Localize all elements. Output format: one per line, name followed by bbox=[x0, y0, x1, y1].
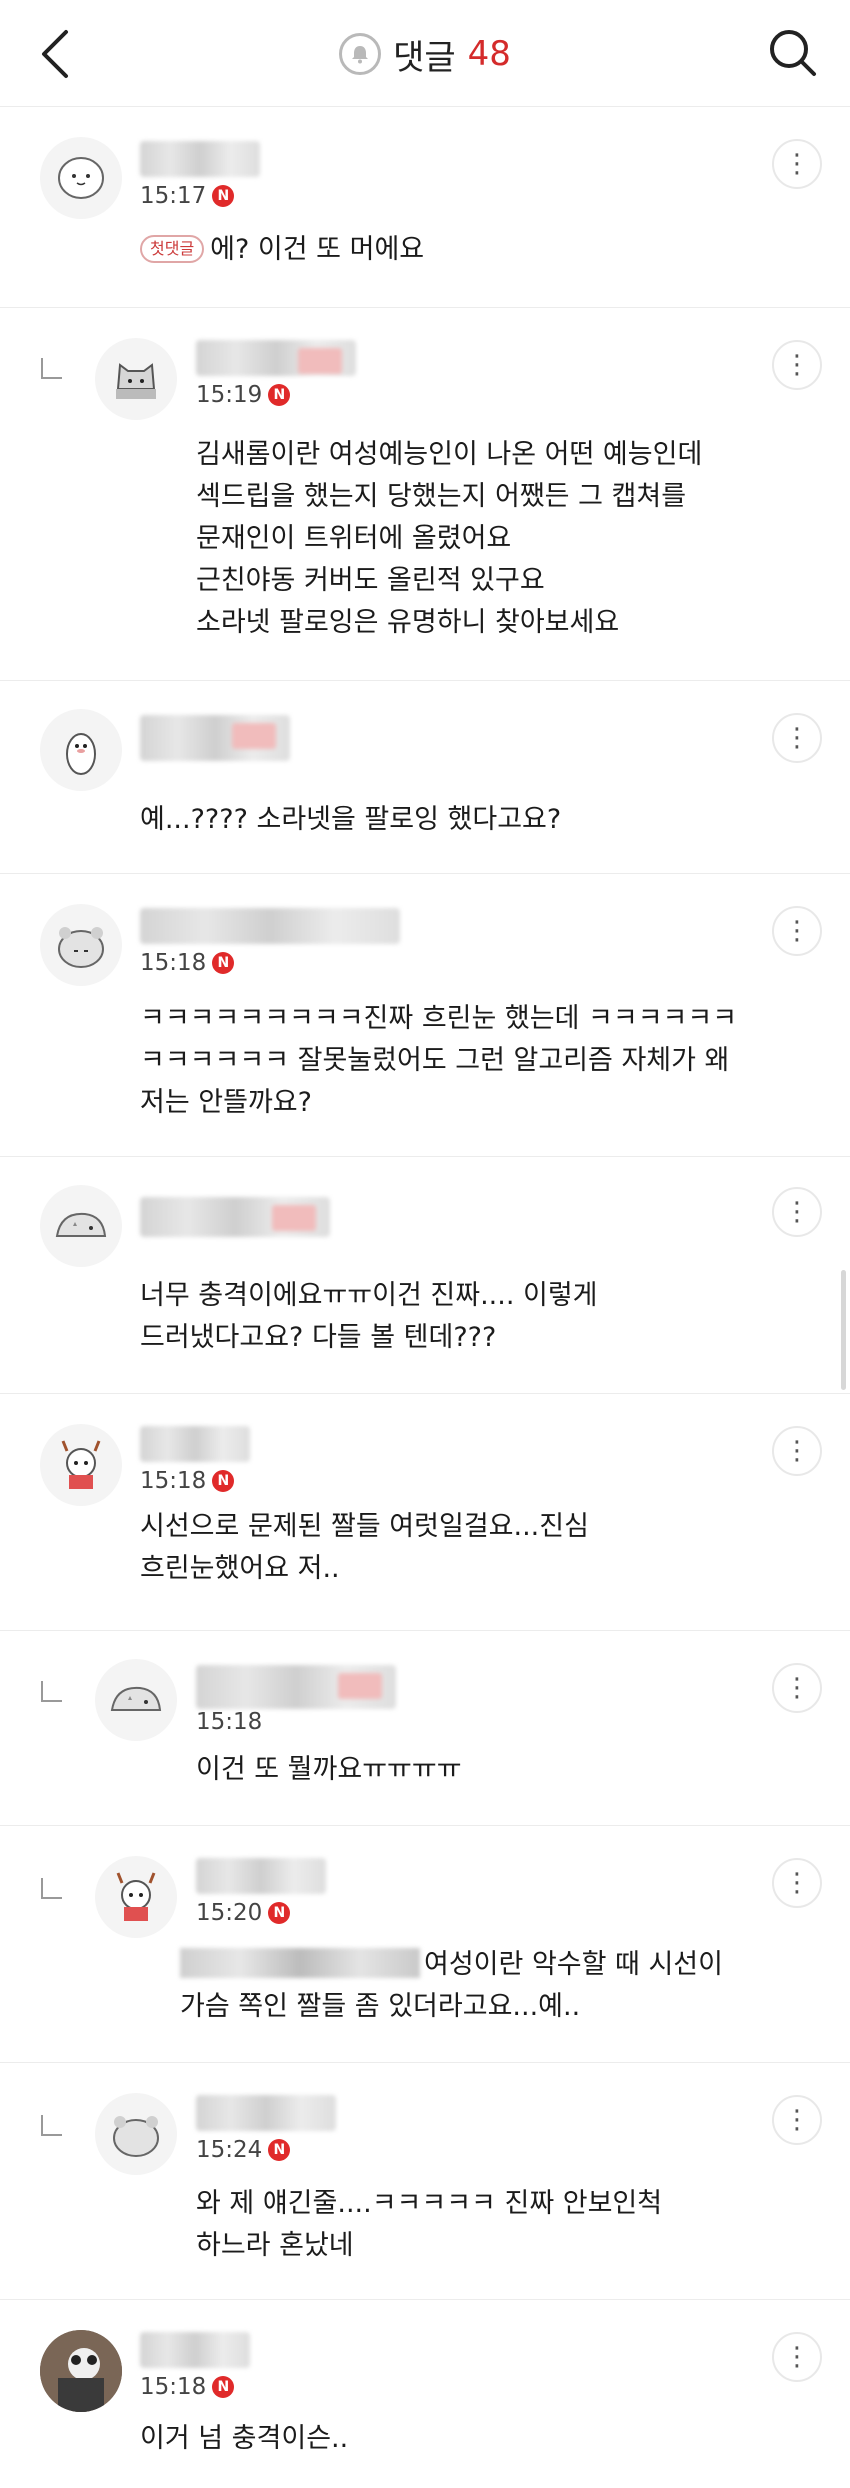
avatar[interactable] bbox=[95, 1659, 177, 1741]
new-badge-icon: N bbox=[212, 952, 235, 974]
reply-arrow-icon bbox=[41, 2115, 62, 2136]
more-options-button[interactable]: ⋮ bbox=[772, 1187, 822, 1237]
new-badge-icon: N bbox=[212, 185, 235, 207]
comment-time: 15:18 N bbox=[140, 1468, 235, 1494]
author-name[interactable] bbox=[140, 1197, 330, 1237]
comment-time: 15:18 bbox=[196, 1709, 263, 1735]
author-name[interactable] bbox=[196, 2095, 336, 2131]
new-badge-icon: N bbox=[212, 1470, 235, 1492]
comment-item: ⋮ 예...???? 소라넷을 팔로잉 했다고요? bbox=[0, 681, 850, 874]
comment-item: ⋮ 너무 충격이에요ㅠㅠ이건 진짜.... 이렇게 드러냈다고요? 다들 볼 텐… bbox=[0, 1157, 850, 1394]
more-vertical-icon: ⋮ bbox=[784, 2342, 810, 2372]
more-options-button[interactable]: ⋮ bbox=[772, 1858, 822, 1908]
more-vertical-icon: ⋮ bbox=[784, 350, 810, 380]
search-icon bbox=[770, 30, 816, 76]
new-badge-icon: N bbox=[212, 2376, 235, 2398]
reply-arrow-icon bbox=[41, 1878, 62, 1899]
author-name[interactable] bbox=[196, 1858, 326, 1894]
avatar[interactable] bbox=[40, 904, 122, 986]
redacted-text bbox=[180, 1948, 420, 1978]
author-name[interactable] bbox=[140, 141, 260, 177]
comment-count: 48 bbox=[467, 34, 511, 74]
comment-item: 15:18 N ⋮ 이거 넘 충격이슨.. bbox=[0, 2300, 850, 2488]
comment-text: 와 제 얘긴줄....ㅋㅋㅋㅋㅋ 진짜 안보인척 하느라 혼났네 bbox=[196, 2188, 663, 2261]
avatar[interactable] bbox=[95, 1856, 177, 1938]
comment-text: ㅋㅋㅋㅋㅋㅋㅋㅋㅋ진짜 흐린눈 했는데 ㅋㅋㅋㅋㅋㅋ ㅋㅋㅋㅋㅋㅋ 잘못눌렀어도… bbox=[140, 1003, 738, 1118]
avatar[interactable] bbox=[40, 1185, 122, 1267]
author-name[interactable] bbox=[140, 715, 290, 761]
author-name[interactable] bbox=[140, 908, 400, 944]
reply-arrow-icon bbox=[41, 358, 62, 379]
new-badge-icon: N bbox=[268, 2139, 291, 2161]
more-options-button[interactable]: ⋮ bbox=[772, 2332, 822, 2382]
author-name[interactable] bbox=[140, 2332, 250, 2368]
comment-item: 15:18 ⋮ 이건 또 뭘까요ㅠㅠㅠㅠ bbox=[0, 1631, 850, 1826]
comment-text: 여성이란 악수할 때 시선이 가슴 쪽인 짤들 좀 있더라고요...예.. bbox=[180, 1948, 723, 2022]
avatar[interactable] bbox=[40, 709, 122, 791]
avatar[interactable] bbox=[95, 338, 177, 420]
comment-item: 15:20 N ⋮ 여성이란 악수할 때 시선이 가슴 쪽인 짤들 좀 있더라고요… bbox=[0, 1826, 850, 2063]
first-comment-badge: 첫댓글 bbox=[140, 235, 205, 263]
more-options-button[interactable]: ⋮ bbox=[772, 1426, 822, 1476]
more-options-button[interactable]: ⋮ bbox=[772, 340, 822, 390]
comment-item: 15:19 N ⋮ 김새롬이란 여성예능인이 나온 어떤 예능인데 섹드립을 했는… bbox=[0, 308, 850, 681]
more-vertical-icon: ⋮ bbox=[784, 1197, 810, 1227]
comment-item: 15:24 N ⋮ 와 제 얘긴줄....ㅋㅋㅋㅋㅋ 진짜 안보인척 하느라 혼났… bbox=[0, 2063, 850, 2300]
more-vertical-icon: ⋮ bbox=[784, 149, 810, 179]
more-vertical-icon: ⋮ bbox=[784, 1436, 810, 1466]
comment-text: 시선으로 문제된 짤들 여럿일걸요...진심 흐린눈했어요 저.. bbox=[140, 1511, 589, 1584]
comment-time: 15:19 N bbox=[196, 382, 291, 408]
search-button[interactable] bbox=[766, 26, 820, 80]
more-vertical-icon: ⋮ bbox=[784, 723, 810, 753]
avatar[interactable] bbox=[40, 137, 122, 219]
more-options-button[interactable]: ⋮ bbox=[772, 713, 822, 763]
comment-text: 김새롬이란 여성예능인이 나온 어떤 예능인데 섹드립을 했는지 당했는지 어쨌… bbox=[196, 439, 703, 638]
more-vertical-icon: ⋮ bbox=[784, 2105, 810, 2135]
comment-item: 15:17 N ⋮ 첫댓글 에? 이건 또 머에요 bbox=[0, 107, 850, 308]
more-options-button[interactable]: ⋮ bbox=[772, 906, 822, 956]
author-name[interactable] bbox=[196, 1665, 396, 1709]
comment-text: 첫댓글 에? 이건 또 머에요 bbox=[140, 229, 424, 271]
more-vertical-icon: ⋮ bbox=[784, 1868, 810, 1898]
more-options-button[interactable]: ⋮ bbox=[772, 1663, 822, 1713]
header-title-group: 댓글 48 bbox=[0, 26, 850, 82]
author-name[interactable] bbox=[196, 340, 356, 376]
avatar[interactable] bbox=[40, 1424, 122, 1506]
comment-time: 15:17 N bbox=[140, 183, 235, 209]
more-options-button[interactable]: ⋮ bbox=[772, 139, 822, 189]
header-bar: 댓글 48 bbox=[0, 0, 850, 107]
comment-time: 15:18 N bbox=[140, 950, 235, 976]
scrollbar[interactable] bbox=[841, 1270, 846, 1390]
new-badge-icon: N bbox=[268, 384, 291, 406]
comment-text: 예...???? 소라넷을 팔로잉 했다고요? bbox=[140, 804, 562, 835]
comment-text: 너무 충격이에요ㅠㅠ이건 진짜.... 이렇게 드러냈다고요? 다들 볼 텐데?… bbox=[140, 1280, 598, 1353]
comment-text: 이거 넘 충격이슨.. bbox=[140, 2423, 349, 2454]
more-options-button[interactable]: ⋮ bbox=[772, 2095, 822, 2145]
more-vertical-icon: ⋮ bbox=[784, 916, 810, 946]
comment-time: 15:20 N bbox=[196, 1900, 291, 1926]
page-title: 댓글 bbox=[393, 37, 456, 78]
comment-time: 15:18 N bbox=[140, 2374, 235, 2400]
author-name[interactable] bbox=[140, 1426, 250, 1462]
new-badge-icon: N bbox=[268, 1902, 291, 1924]
comment-item: 15:18 N ⋮ 시선으로 문제된 짤들 여럿일걸요...진심 흐린눈했어요 저… bbox=[0, 1394, 850, 1631]
avatar[interactable] bbox=[95, 2093, 177, 2175]
bell-icon bbox=[339, 33, 382, 75]
more-vertical-icon: ⋮ bbox=[784, 1673, 810, 1703]
comment-item: 15:18 N ⋮ ㅋㅋㅋㅋㅋㅋㅋㅋㅋ진짜 흐린눈 했는데 ㅋㅋㅋㅋㅋㅋ ㅋㅋㅋㅋ… bbox=[0, 874, 850, 1157]
avatar[interactable] bbox=[40, 2330, 122, 2412]
comment-time: 15:24 N bbox=[196, 2137, 291, 2163]
comment-text: 이건 또 뭘까요ㅠㅠㅠㅠ bbox=[196, 1754, 462, 1785]
reply-arrow-icon bbox=[41, 1681, 62, 1702]
